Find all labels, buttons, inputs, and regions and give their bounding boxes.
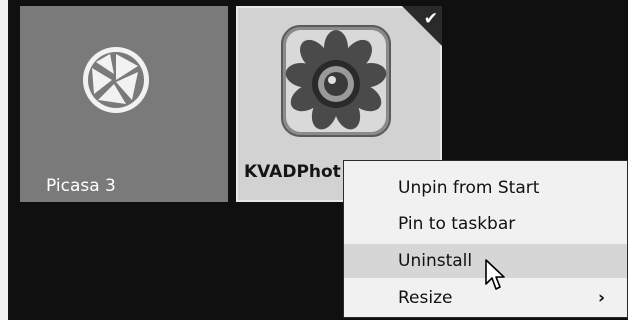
menu-item-label: Unpin from Start	[398, 178, 540, 198]
context-menu: Unpin from Start Pin to taskbar Uninstal…	[343, 160, 628, 318]
kvadphoto-flower-lens-icon	[281, 25, 391, 137]
checkmark-icon: ✔	[423, 9, 438, 29]
start-screen: Picasa 3 KVADPhot ✔ Unpin from Start Pin…	[8, 0, 628, 320]
menu-item-unpin-from-start[interactable]: Unpin from Start	[344, 171, 627, 205]
menu-item-label: Uninstall	[398, 251, 473, 271]
tile-label-picasa: Picasa 3	[46, 176, 116, 196]
menu-item-pin-to-taskbar[interactable]: Pin to taskbar	[344, 207, 627, 241]
tile-picasa[interactable]: Picasa 3	[20, 6, 228, 202]
chevron-right-icon: ›	[597, 288, 605, 308]
menu-item-label: Pin to taskbar	[398, 214, 516, 234]
tile-label-kvadphoto: KVADPhot	[244, 162, 341, 182]
picasa-aperture-icon	[83, 47, 149, 113]
menu-item-label: Resize	[398, 288, 453, 308]
mouse-pointer-icon	[485, 259, 505, 290]
